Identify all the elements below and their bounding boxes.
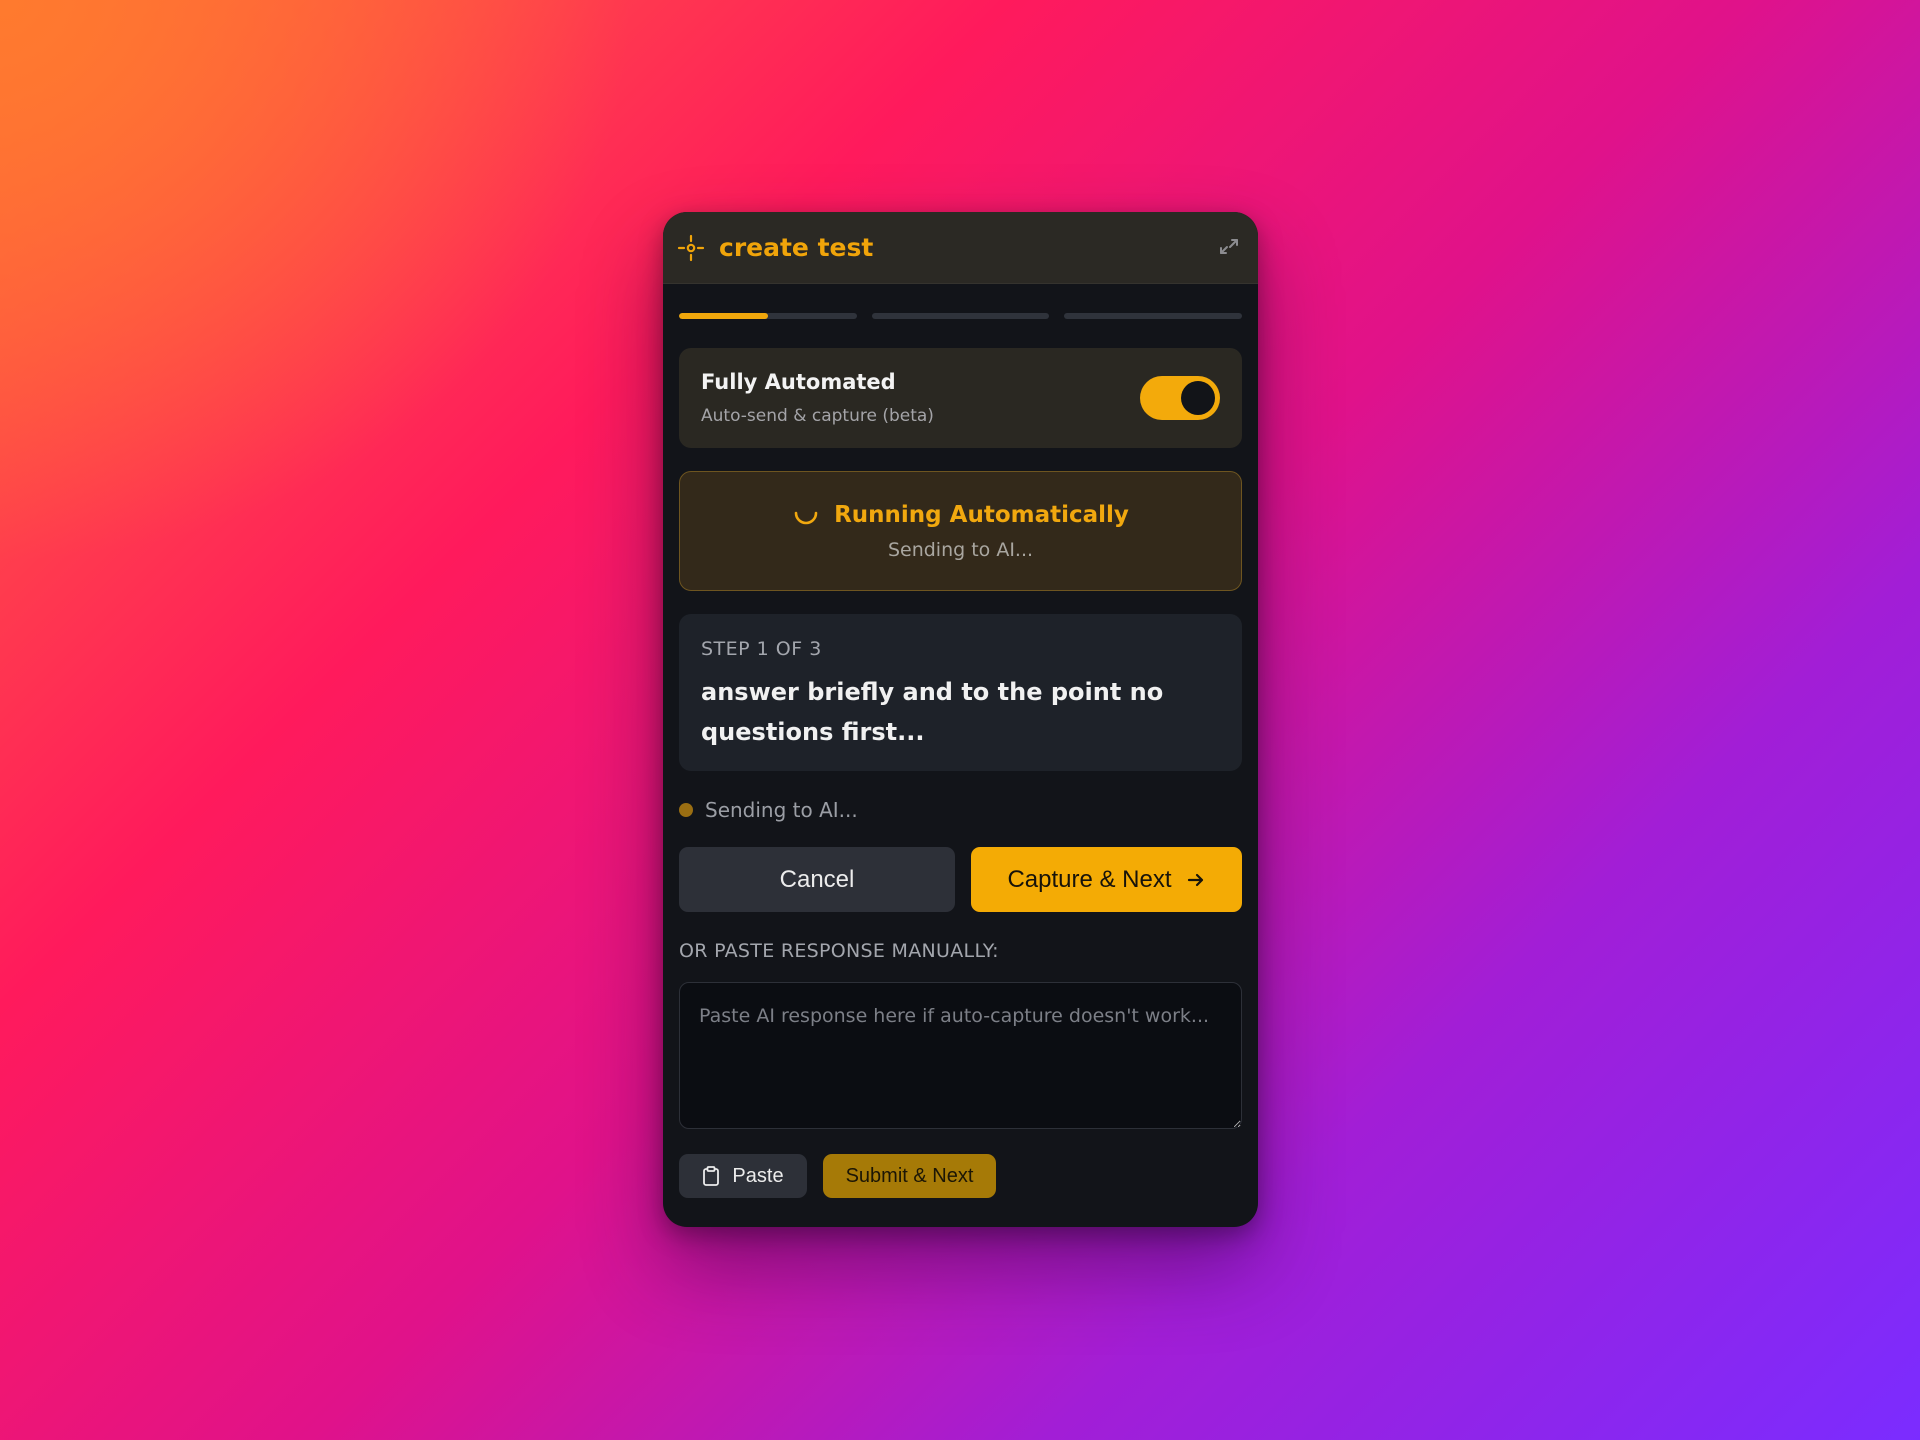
automation-label: Fully Automated: [701, 370, 896, 394]
panel-title: create test: [719, 233, 874, 262]
status-line: Sending to AI...: [679, 795, 1242, 825]
cancel-button[interactable]: Cancel: [679, 847, 955, 912]
clipboard-icon: [702, 1166, 720, 1186]
progress-segment-1: [679, 313, 857, 319]
capture-next-button[interactable]: Capture & Next: [971, 847, 1242, 912]
submit-next-button-label: Submit & Next: [845, 1164, 974, 1187]
panel-header: create test: [663, 212, 1258, 284]
running-title: Running Automatically: [834, 502, 1129, 528]
progress-fill: [679, 313, 768, 319]
paste-button-label: Paste: [732, 1164, 784, 1187]
running-status-card: Running Automatically Sending to AI...: [679, 471, 1242, 591]
toggle-knob: [1181, 381, 1215, 415]
status-text: Sending to AI...: [705, 798, 858, 822]
step-label: STEP 1 OF 3: [701, 638, 822, 660]
action-buttons: Cancel Capture & Next: [679, 847, 1242, 912]
spinner-icon: [792, 501, 820, 529]
panel-content: Fully Automated Auto-send & capture (bet…: [663, 313, 1258, 1198]
undock-icon[interactable]: [1214, 233, 1244, 263]
submit-next-button[interactable]: Submit & Next: [823, 1154, 996, 1198]
manual-actions: Paste Submit & Next: [679, 1154, 1242, 1198]
running-subtitle: Sending to AI...: [887, 539, 1034, 561]
step-progress-bar: [679, 313, 1243, 319]
step-card: STEP 1 OF 3 answer briefly and to the po…: [679, 614, 1242, 771]
paste-button[interactable]: Paste: [679, 1154, 807, 1198]
progress-segment-3: [1064, 313, 1243, 319]
capture-next-button-label: Capture & Next: [1007, 865, 1172, 893]
progress-segment-2: [871, 313, 1050, 319]
create-test-panel: create test Fully Automated Auto-send & …: [663, 212, 1258, 1227]
target-icon: [677, 234, 705, 262]
manual-response-textarea[interactable]: [679, 982, 1242, 1129]
arrow-right-icon: [1186, 870, 1206, 890]
automation-sublabel: Auto-send & capture (beta): [701, 406, 934, 426]
automation-card: Fully Automated Auto-send & capture (bet…: [679, 348, 1242, 448]
fully-automated-toggle[interactable]: [1140, 376, 1220, 420]
status-dot-icon: [679, 803, 693, 817]
manual-paste-label: OR PASTE RESPONSE MANUALLY:: [679, 940, 999, 962]
step-prompt-text: answer briefly and to the point no quest…: [701, 678, 1164, 746]
cancel-button-label: Cancel: [779, 865, 855, 893]
